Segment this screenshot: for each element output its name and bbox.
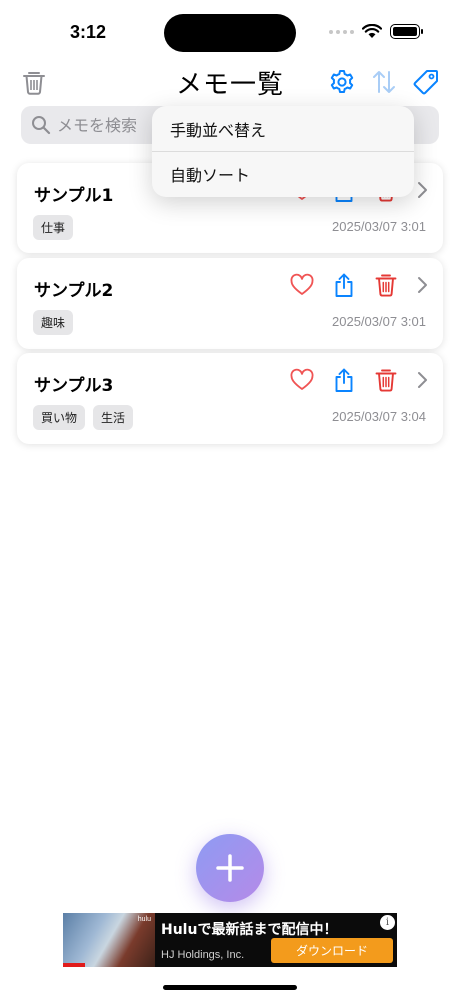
memo-title: サンプル3 — [34, 376, 114, 396]
memo-date: 2025/03/07 3:01 — [332, 219, 426, 234]
memo-title: サンプル1 — [34, 186, 114, 206]
tag-chip[interactable]: 仕事 — [33, 215, 74, 240]
memo-card[interactable]: サンプル3 買い物 生活 2025/03/07 3:04 — [17, 353, 443, 444]
memo-tags: 買い物 生活 — [33, 405, 134, 430]
trash-icon[interactable] — [20, 68, 48, 96]
trash-icon[interactable] — [373, 367, 399, 393]
tag-icon[interactable] — [412, 68, 440, 96]
share-icon[interactable] — [331, 272, 357, 298]
memo-date: 2025/03/07 3:04 — [332, 409, 426, 424]
home-indicator — [163, 985, 297, 990]
ad-thumbnail: hulu — [63, 913, 155, 967]
sort-arrows-icon[interactable] — [370, 68, 398, 96]
chevron-right-icon[interactable] — [415, 369, 429, 391]
status-indicators — [329, 24, 423, 39]
battery-icon — [390, 24, 423, 39]
share-icon[interactable] — [331, 367, 357, 393]
plus-icon — [216, 854, 244, 882]
wifi-icon — [362, 24, 382, 38]
ad-company: HJ Holdings, Inc. — [161, 949, 245, 961]
info-icon[interactable]: i — [380, 915, 395, 930]
menu-item-auto-sort[interactable]: 自動ソート — [152, 151, 414, 196]
status-bar: 3:12 — [0, 0, 460, 62]
gear-icon[interactable] — [328, 68, 356, 96]
menu-item-manual-sort[interactable]: 手動並べ替え — [152, 106, 414, 151]
heart-icon[interactable] — [289, 367, 315, 393]
heart-icon[interactable] — [289, 272, 315, 298]
tag-chip[interactable]: 生活 — [93, 405, 134, 430]
memo-actions — [289, 272, 429, 298]
tag-chip[interactable]: 買い物 — [33, 405, 86, 430]
memo-tags: 趣味 — [33, 310, 74, 335]
cellular-signal-icon — [329, 29, 354, 34]
magnifier-icon — [32, 116, 51, 135]
status-time: 3:12 — [70, 22, 107, 42]
ad-headline: Huluで最新話まで配信中！ — [161, 922, 338, 938]
dynamic-island — [164, 14, 296, 52]
memo-actions — [289, 367, 429, 393]
memo-tags: 仕事 — [33, 215, 74, 240]
memo-date: 2025/03/07 3:01 — [332, 314, 426, 329]
chevron-right-icon[interactable] — [415, 274, 429, 296]
memo-card[interactable]: サンプル2 趣味 2025/03/07 3:01 — [17, 258, 443, 349]
memo-title: サンプル2 — [34, 281, 114, 301]
ad-download-button[interactable]: ダウンロード — [271, 938, 393, 963]
tag-chip[interactable]: 趣味 — [33, 310, 74, 335]
chevron-right-icon[interactable] — [415, 179, 429, 201]
trash-icon[interactable] — [373, 272, 399, 298]
sort-menu: 手動並べ替え 自動ソート — [152, 106, 414, 197]
navigation-bar: メモ一覧 — [0, 60, 460, 104]
ad-banner[interactable]: hulu Huluで最新話まで配信中！ HJ Holdings, Inc. ダウ… — [63, 913, 397, 967]
add-memo-button[interactable] — [196, 834, 264, 902]
ad-brand: hulu — [137, 916, 151, 923]
